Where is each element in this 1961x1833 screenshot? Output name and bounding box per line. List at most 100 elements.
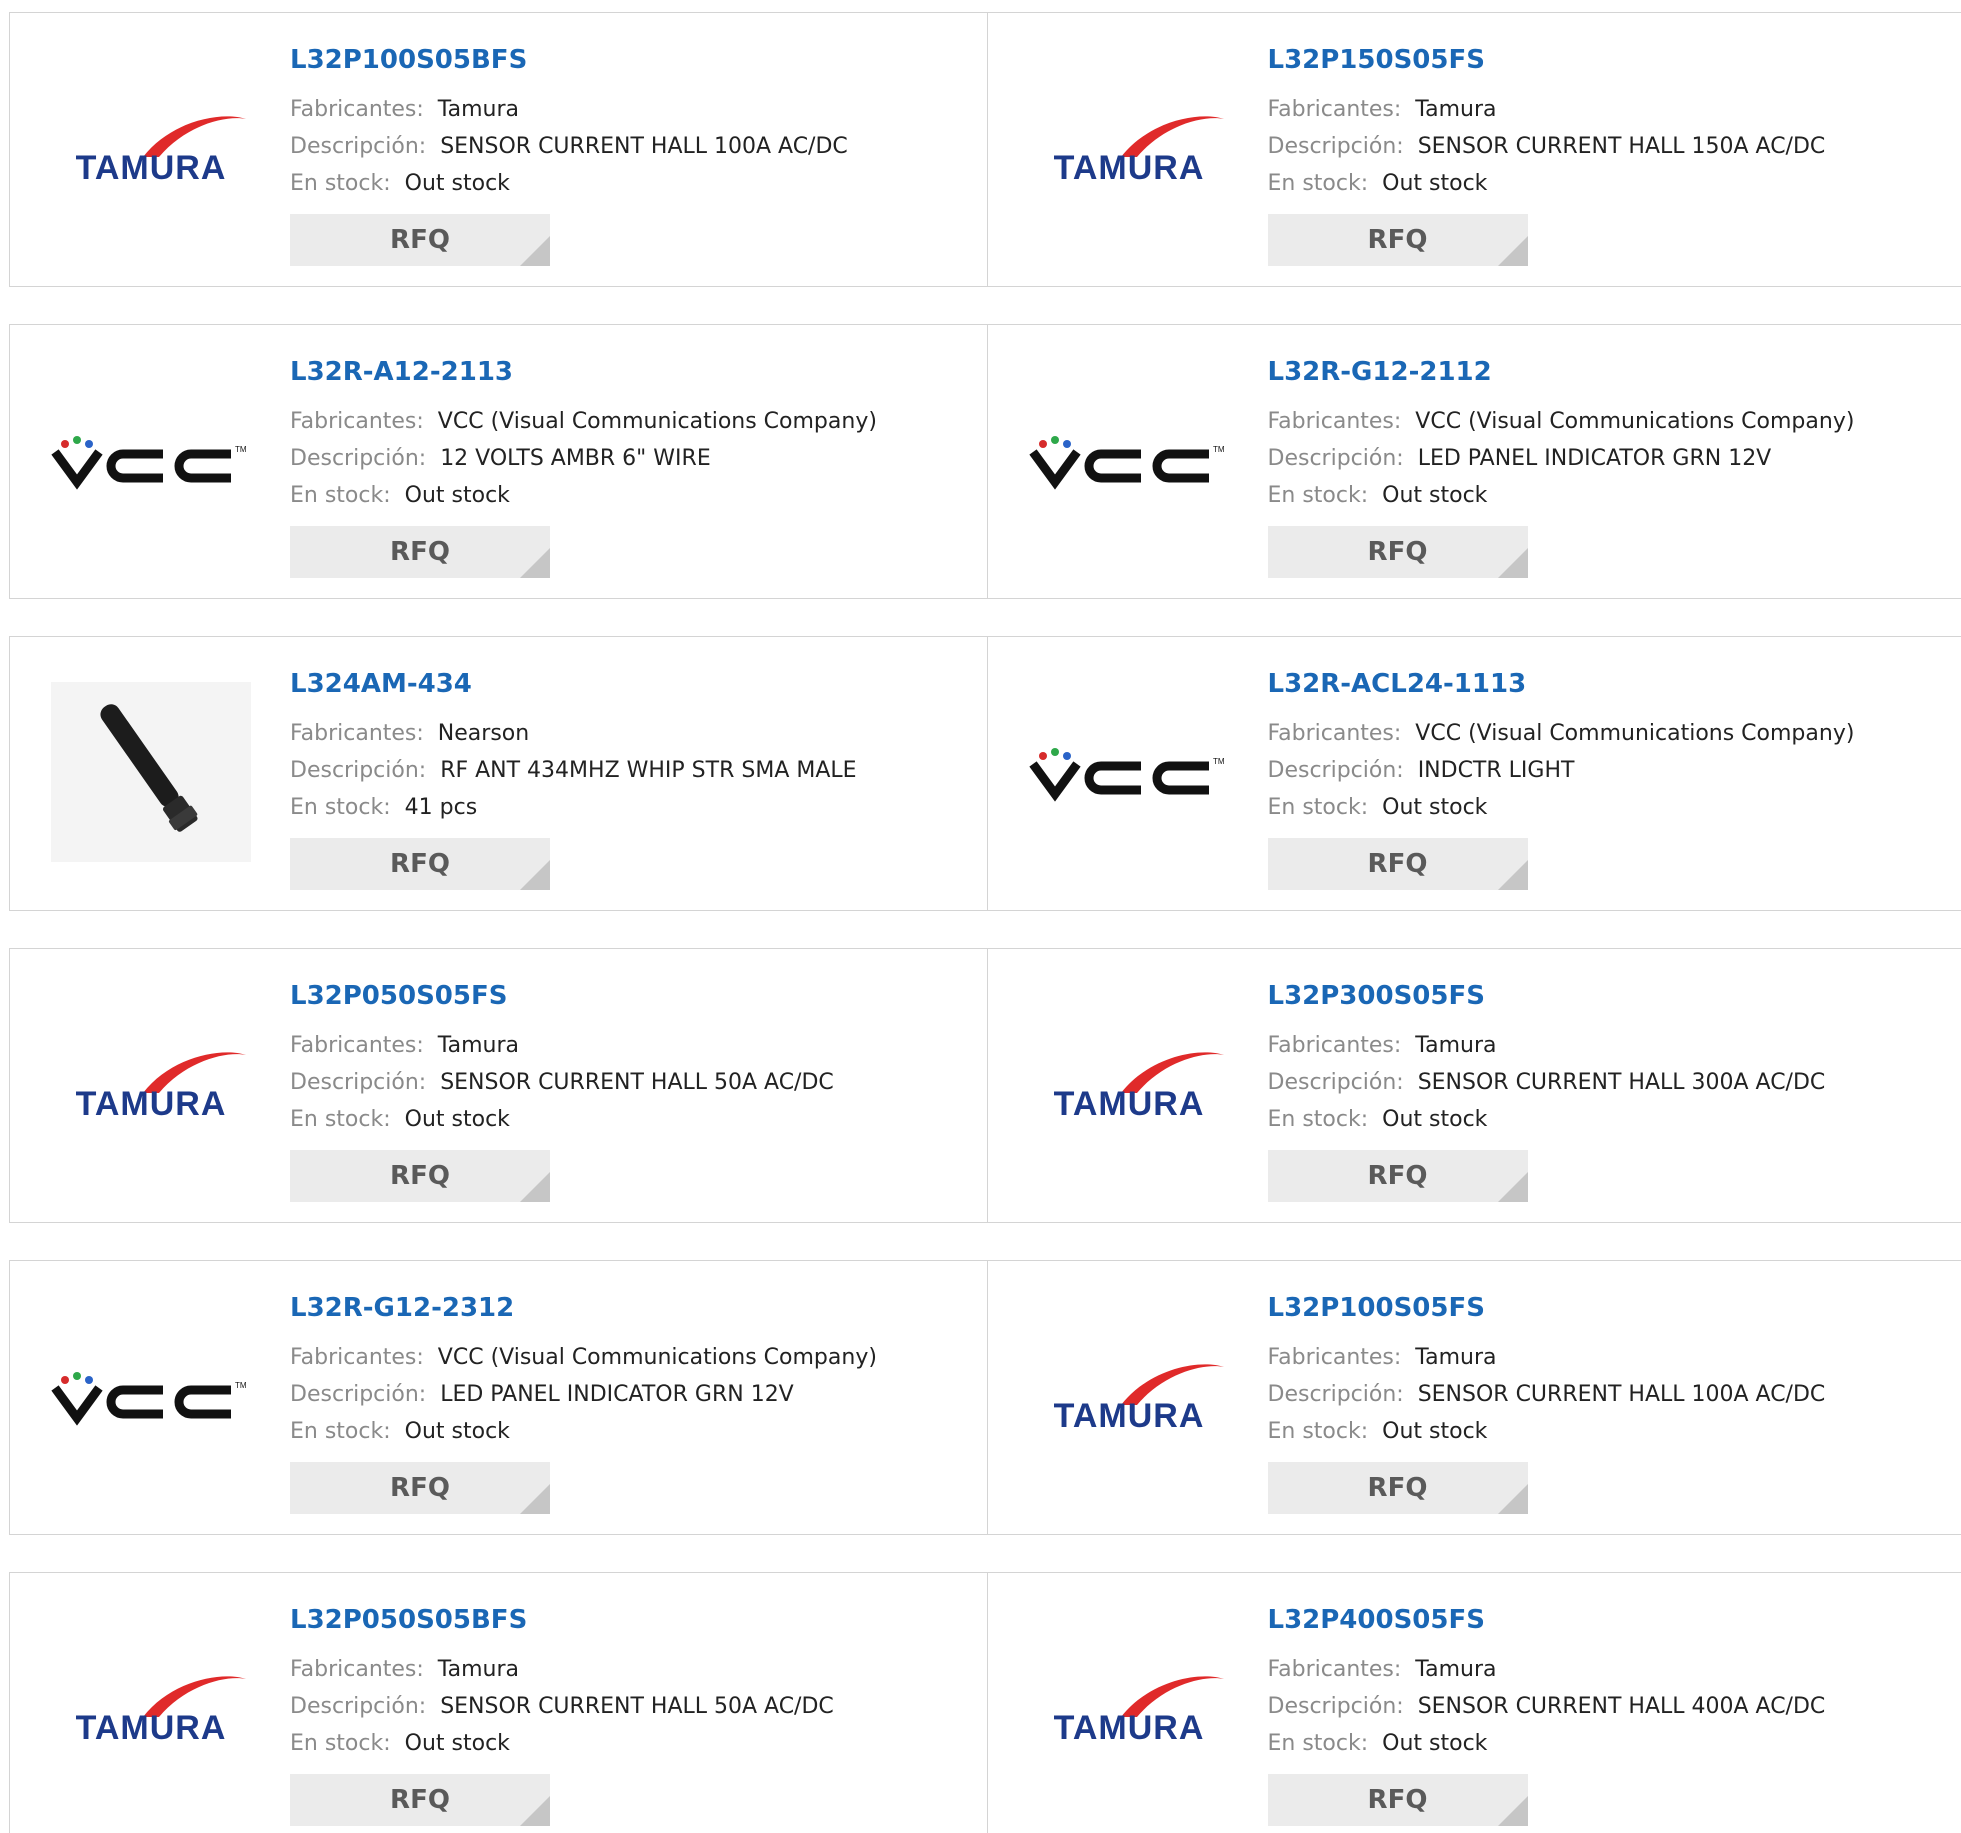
tamura-logo: TAMURA (76, 1052, 246, 1121)
product-image[interactable]: TAMURA (46, 989, 256, 1179)
rfq-button-label: RFQ (1367, 1473, 1428, 1503)
part-number-link[interactable]: L32R-G12-2112 (1268, 357, 1855, 387)
product-card: TAMURA L32P050S05FS Fabricantes: Tamura D… (10, 949, 987, 1222)
stock-value: Out stock (1382, 1731, 1488, 1756)
tamura-logo: TAMURA (1053, 1676, 1224, 1745)
description-label: Descripción: (1267, 758, 1404, 783)
product-image[interactable]: TAMURA (1024, 1301, 1234, 1491)
rfq-button-label: RFQ (1367, 537, 1428, 567)
product-image[interactable]: TAMURA (46, 1613, 256, 1803)
vcc-logo: TM (1028, 748, 1225, 802)
description-label: Descripción: (1267, 446, 1404, 471)
antenna-photo (51, 682, 251, 862)
rfq-button[interactable]: RFQ (290, 1462, 550, 1514)
corner-decoration (1497, 548, 1528, 578)
part-number-link[interactable]: L32P400S05FS (1268, 1605, 1826, 1635)
rfq-button-label: RFQ (390, 537, 450, 567)
logo-trademark: TM (1213, 757, 1225, 766)
logo-c-mark (174, 1385, 231, 1419)
tamura-logo: TAMURA (76, 116, 246, 185)
rfq-button-label: RFQ (1367, 849, 1428, 879)
rfq-button[interactable]: RFQ (1267, 526, 1528, 578)
description-value: RF ANT 434MHZ WHIP STR SMA MALE (440, 758, 857, 783)
logo-dot-blue (1062, 440, 1071, 448)
manufacturer-value: Nearson (437, 721, 530, 746)
rfq-button[interactable]: RFQ (1267, 1774, 1528, 1826)
product-image[interactable]: TM (46, 1301, 256, 1491)
part-number-link[interactable]: L32P300S05FS (1268, 981, 1826, 1011)
description-value: SENSOR CURRENT HALL 400A AC/DC (1417, 1694, 1826, 1719)
logo-v-mark (1028, 449, 1081, 490)
manufacturer-value: Tamura (437, 1033, 519, 1058)
corner-decoration (1497, 236, 1528, 266)
description-label: Descripción: (1267, 1070, 1404, 1095)
corner-decoration (1497, 1484, 1528, 1514)
part-number-link[interactable]: L32P100S05BFS (290, 45, 848, 75)
rfq-button[interactable]: RFQ (1267, 1150, 1528, 1202)
description-value: INDCTR LIGHT (1417, 758, 1575, 783)
product-card: TM L32R-G12-2312 Fabricantes: VCC (Visual… (10, 1261, 987, 1534)
rfq-button[interactable]: RFQ (290, 526, 550, 578)
logo-dot-red (61, 1376, 69, 1384)
product-row: TM L32R-G12-2312 Fabricantes: VCC (Visual… (9, 1260, 1961, 1535)
part-number-link[interactable]: L32R-A12-2113 (290, 357, 877, 387)
vcc-logo: TM (1028, 436, 1224, 490)
product-image[interactable]: TAMURA (1024, 989, 1234, 1179)
logo-lettering: TAMURA (1053, 149, 1204, 185)
rfq-button[interactable]: RFQ (1267, 1462, 1528, 1514)
logo-dot-red (61, 440, 69, 448)
part-number-link[interactable]: L32P050S05BFS (290, 1605, 834, 1635)
stock-label: En stock: (290, 1419, 391, 1444)
logo-trademark: TM (235, 1381, 247, 1390)
description-value: SENSOR CURRENT HALL 50A AC/DC (440, 1694, 834, 1719)
rfq-button[interactable]: RFQ (1267, 838, 1528, 890)
logo-v-mark (1028, 761, 1081, 802)
stock-label: En stock: (290, 795, 391, 820)
logo-dot-blue (85, 1376, 93, 1384)
product-image[interactable]: TAMURA (1024, 53, 1234, 243)
manufacturer-label: Fabricantes: (290, 721, 424, 746)
stock-label: En stock: (1267, 1731, 1369, 1756)
product-image[interactable]: TM (1024, 677, 1234, 867)
rfq-button-label: RFQ (390, 1161, 450, 1191)
description-value: SENSOR CURRENT HALL 300A AC/DC (1417, 1070, 1826, 1095)
manufacturer-value: Tamura (437, 97, 519, 122)
rfq-button[interactable]: RFQ (290, 214, 550, 266)
tamura-logo: TAMURA (76, 1676, 246, 1745)
part-number-link[interactable]: L32P050S05FS (290, 981, 834, 1011)
manufacturer-value: VCC (Visual Communications Company) (437, 409, 877, 434)
product-card: TAMURA L32P400S05FS Fabricantes: Tamura D… (986, 1573, 1961, 1833)
description-value: LED PANEL INDICATOR GRN 12V (440, 1382, 794, 1407)
logo-dot-green (1050, 436, 1059, 444)
manufacturer-label: Fabricantes: (290, 1657, 424, 1682)
logo-c-mark (174, 449, 231, 483)
stock-label: En stock: (1267, 795, 1369, 820)
part-number-link[interactable]: L32P100S05FS (1268, 1293, 1826, 1323)
rfq-button[interactable]: RFQ (290, 838, 550, 890)
product-card: TM L32R-A12-2113 Fabricantes: VCC (Visual… (10, 325, 987, 598)
part-number-link[interactable]: L324AM-434 (290, 669, 857, 699)
manufacturer-label: Fabricantes: (290, 409, 424, 434)
rfq-button[interactable]: RFQ (1267, 214, 1528, 266)
part-number-link[interactable]: L32R-ACL24-1113 (1268, 669, 1855, 699)
logo-lettering: TAMURA (76, 1085, 227, 1121)
manufacturer-value: Tamura (1415, 1345, 1497, 1370)
part-number-link[interactable]: L32R-G12-2312 (290, 1293, 877, 1323)
tamura-logo: TAMURA (1053, 116, 1224, 185)
stock-label: En stock: (290, 1107, 391, 1132)
description-label: Descripción: (290, 1070, 427, 1095)
product-image[interactable]: TM (1024, 365, 1234, 555)
product-card: TAMURA L32P100S05BFS Fabricantes: Tamura … (10, 13, 987, 286)
description-value: SENSOR CURRENT HALL 100A AC/DC (1417, 1382, 1826, 1407)
product-image[interactable]: TM (46, 365, 256, 555)
part-number-link[interactable]: L32P150S05FS (1268, 45, 1826, 75)
product-image[interactable]: TAMURA (1024, 1613, 1234, 1803)
product-image[interactable] (46, 677, 256, 867)
logo-dot-green (73, 436, 81, 444)
rfq-button[interactable]: RFQ (290, 1150, 550, 1202)
stock-label: En stock: (1267, 483, 1369, 508)
rfq-button[interactable]: RFQ (290, 1774, 550, 1826)
rfq-button-label: RFQ (390, 1785, 450, 1815)
rfq-button-label: RFQ (1367, 1785, 1428, 1815)
product-image[interactable]: TAMURA (46, 53, 256, 243)
